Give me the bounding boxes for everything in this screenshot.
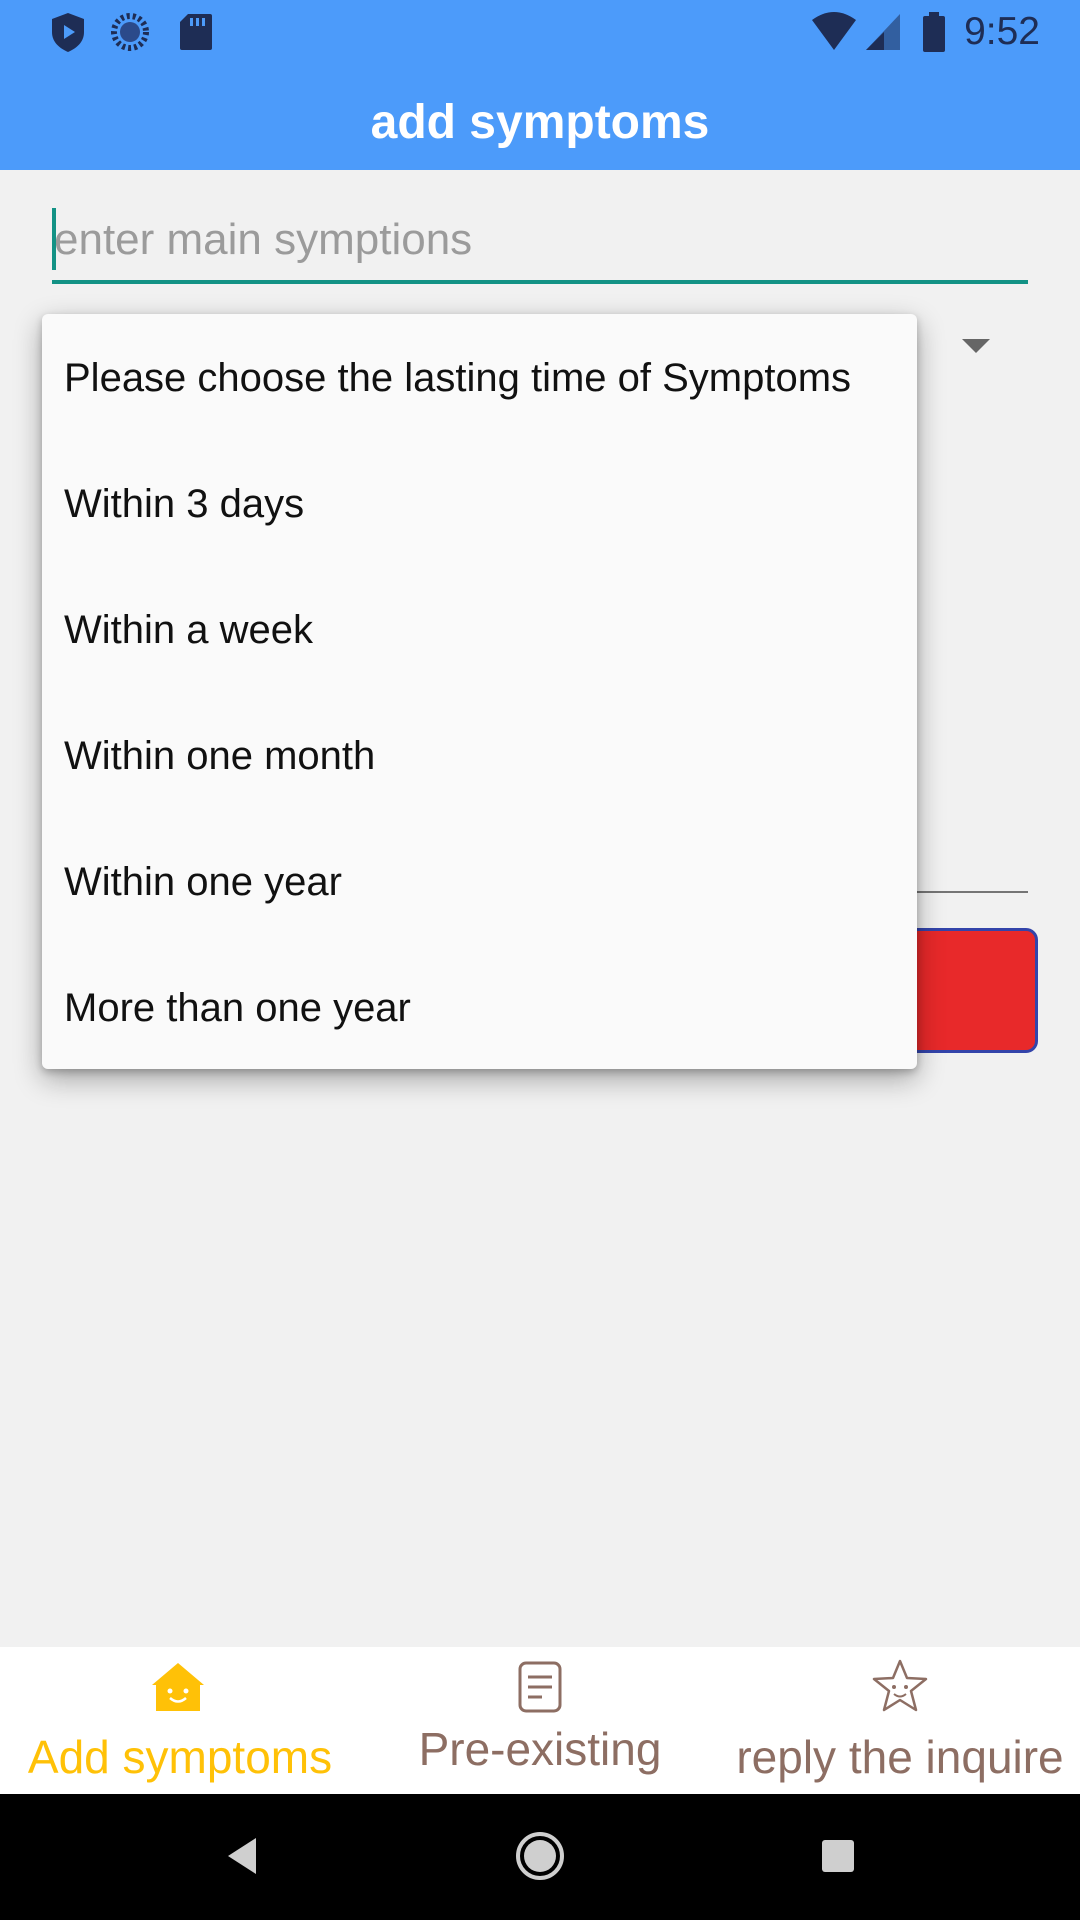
dropdown-arrow-icon[interactable] xyxy=(962,339,990,353)
dropdown-option-month[interactable]: Within one month xyxy=(64,726,914,786)
sd-card-icon xyxy=(180,14,212,50)
symptom-input[interactable] xyxy=(52,200,1028,280)
nav-item-add-symptoms[interactable]: Add symptoms xyxy=(0,1647,360,1794)
bottom-navigation: Add symptoms Pre-existing reply the inqu… xyxy=(0,1647,1080,1794)
star-icon xyxy=(872,1659,928,1712)
document-icon xyxy=(518,1661,562,1713)
status-time: 9:52 xyxy=(964,10,1040,53)
dropdown-option-year[interactable]: Within one year xyxy=(64,852,914,912)
nav-label-add-symptoms: Add symptoms xyxy=(27,1731,333,1783)
wifi-icon xyxy=(812,12,856,50)
home-button-icon[interactable] xyxy=(500,1816,580,1896)
back-icon[interactable] xyxy=(202,1816,282,1896)
app-bar: add symptoms xyxy=(0,63,1080,170)
page-title: add symptoms xyxy=(370,96,710,149)
sync-icon xyxy=(111,13,149,51)
nav-label-reply-inquire: reply the inquire xyxy=(736,1731,1064,1783)
system-navigation-bar xyxy=(0,1794,1080,1920)
nav-item-pre-existing[interactable]: Pre-existing xyxy=(360,1647,720,1794)
dropdown-option-3-days[interactable]: Within 3 days xyxy=(64,474,914,534)
home-icon xyxy=(152,1663,204,1711)
text-cursor xyxy=(52,208,56,270)
dropdown-option-more-than-year[interactable]: More than one year xyxy=(64,978,914,1038)
dropdown-option-prompt[interactable]: Please choose the lasting time of Sympto… xyxy=(64,348,914,408)
status-bar: 9:52 xyxy=(0,0,1080,63)
signal-icon xyxy=(866,14,900,50)
symptom-field xyxy=(52,200,1028,284)
nav-item-reply-inquire[interactable]: reply the inquire xyxy=(720,1647,1080,1794)
dropdown-option-week[interactable]: Within a week xyxy=(64,600,914,660)
shield-icon xyxy=(52,13,84,52)
recents-icon[interactable] xyxy=(798,1816,878,1896)
nav-label-pre-existing: Pre-existing xyxy=(418,1723,662,1775)
battery-icon xyxy=(923,12,945,52)
duration-dropdown-menu: Please choose the lasting time of Sympto… xyxy=(42,314,917,1069)
